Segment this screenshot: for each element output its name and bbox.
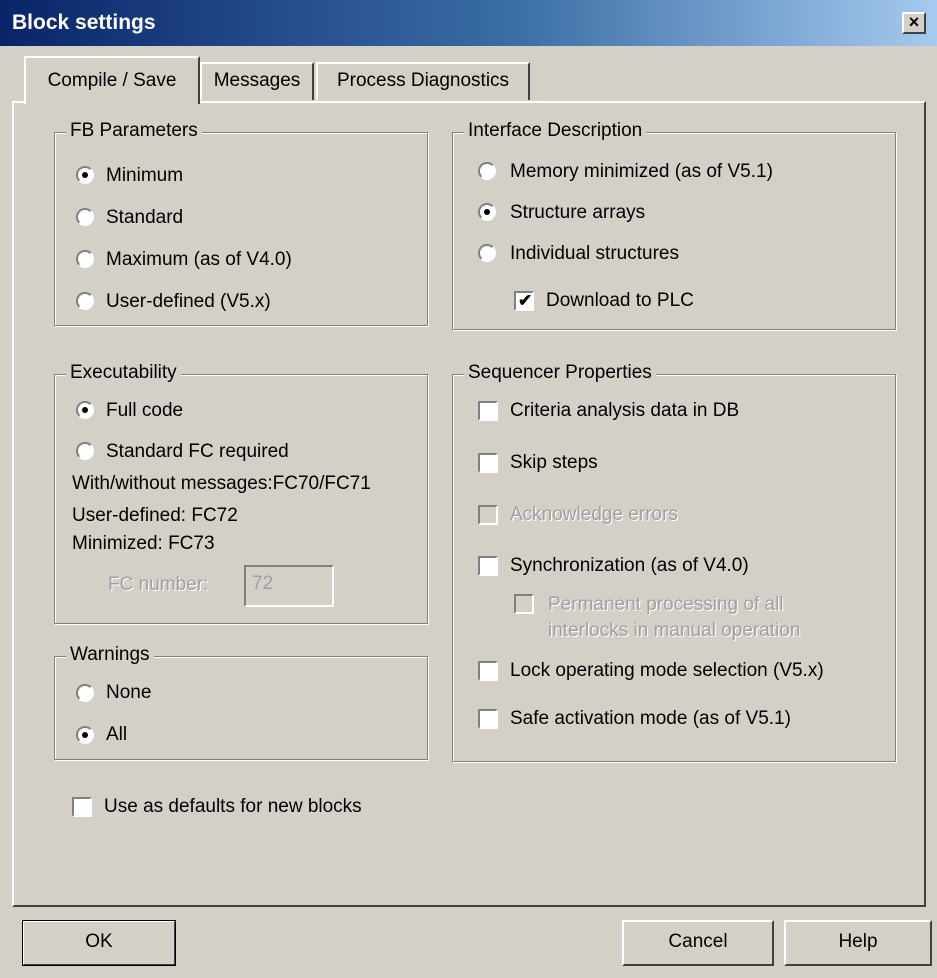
exec-standard-fc-label: Standard FC required (106, 441, 289, 462)
checkmark-icon: ✔ (518, 291, 533, 310)
exec-full-code-label: Full code (106, 400, 184, 421)
tab-process-diagnostics[interactable]: Process Diagnostics (316, 62, 530, 100)
ok-button[interactable]: OK (22, 920, 176, 966)
iface-structure-arrays-label: Structure arrays (510, 202, 646, 223)
warnings-none-radio[interactable] (76, 684, 94, 702)
fb-maximum-label: Maximum (as of V4.0) (106, 249, 292, 270)
exec-standard-fc-radio[interactable] (76, 442, 94, 460)
radio-dot (82, 732, 88, 738)
cancel-button[interactable]: Cancel (622, 920, 774, 966)
skip-steps-checkbox[interactable] (478, 453, 498, 473)
close-button[interactable]: × (902, 12, 926, 34)
warnings-none-label: None (106, 682, 152, 703)
fc-info-line: With/without messages:FC70/FC71 (72, 473, 371, 494)
permanent-processing-label-line2: interlocks in manual operation (548, 620, 801, 641)
exec-full-code-radio[interactable] (76, 401, 94, 419)
fc-info-line: User-defined: FC72 (72, 505, 238, 526)
lock-mode-label: Lock operating mode selection (V5.x) (510, 660, 824, 681)
close-icon: × (908, 12, 920, 32)
safe-activation-checkbox[interactable] (478, 709, 498, 729)
radio-dot (484, 209, 490, 215)
help-button[interactable]: Help (784, 920, 932, 966)
executability-legend: Executability (66, 362, 181, 384)
sequencer-properties-legend: Sequencer Properties (464, 362, 656, 384)
fb-minimum-label: Minimum (106, 165, 184, 186)
download-to-plc-label: Download to PLC (546, 290, 694, 311)
tab-compile-save[interactable]: Compile / Save (24, 56, 200, 104)
interface-description-legend: Interface Description (464, 120, 647, 142)
use-as-defaults-label: Use as defaults for new blocks (104, 796, 362, 817)
tab-label: Messages (213, 70, 301, 91)
fb-standard-radio[interactable] (76, 208, 94, 226)
fb-minimum-radio[interactable] (76, 166, 94, 184)
warnings-all-radio[interactable] (76, 726, 94, 744)
warnings-all-label: All (106, 724, 128, 745)
fb-maximum-radio[interactable] (76, 250, 94, 268)
synchronization-label: Synchronization (as of V4.0) (510, 555, 749, 576)
fb-standard-label: Standard (106, 207, 184, 228)
warnings-legend: Warnings (66, 644, 154, 666)
iface-memory-minimized-label: Memory minimized (as of V5.1) (510, 161, 773, 182)
criteria-analysis-label: Criteria analysis data in DB (510, 400, 740, 421)
fb-parameters-legend: FB Parameters (66, 120, 202, 142)
synchronization-checkbox[interactable] (478, 556, 498, 576)
download-to-plc-checkbox[interactable]: ✔ (514, 291, 534, 311)
acknowledge-errors-checkbox[interactable] (478, 505, 498, 525)
iface-individual-structures-label: Individual structures (510, 243, 679, 264)
skip-steps-label: Skip steps (510, 452, 598, 473)
fc-number-label: FC number: (108, 574, 209, 595)
lock-mode-checkbox[interactable] (478, 661, 498, 681)
safe-activation-label: Safe activation mode (as of V5.1) (510, 708, 791, 729)
permanent-processing-label: Permanent processing of all (548, 594, 784, 615)
radio-dot (82, 407, 88, 413)
fc-number-input[interactable]: 72 (244, 565, 334, 607)
permanent-processing-checkbox[interactable] (514, 594, 534, 614)
iface-structure-arrays-radio[interactable] (478, 203, 496, 221)
window-title: Block settings (12, 11, 156, 34)
tab-messages[interactable]: Messages (200, 62, 314, 100)
tab-label: Process Diagnostics (336, 70, 510, 91)
use-as-defaults-checkbox[interactable] (72, 797, 92, 817)
criteria-analysis-checkbox[interactable] (478, 401, 498, 421)
iface-memory-minimized-radio[interactable] (478, 162, 496, 180)
fb-user-defined-radio[interactable] (76, 292, 94, 310)
radio-dot (82, 172, 88, 178)
iface-individual-structures-radio[interactable] (478, 244, 496, 262)
tab-label: Compile / Save (47, 70, 177, 91)
acknowledge-errors-label: Acknowledge errors (510, 504, 678, 525)
fc-info-line: Minimized: FC73 (72, 533, 215, 554)
fb-user-defined-label: User-defined (V5.x) (106, 291, 271, 312)
